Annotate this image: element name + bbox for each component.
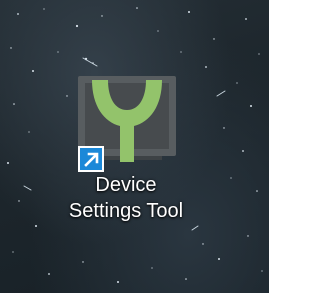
shortcut-label-line2: Settings Tool <box>68 200 184 222</box>
desktop-shortcut-device-settings-tool[interactable]: Device Settings Tool <box>36 68 216 248</box>
shortcut-label: Device Settings Tool <box>36 172 216 224</box>
tuning-fork-monitor-icon <box>78 68 182 172</box>
shortcut-label-line1: Device <box>95 174 157 196</box>
desktop-background: Device Settings Tool <box>0 0 269 293</box>
shortcut-arrow-icon <box>78 146 104 172</box>
